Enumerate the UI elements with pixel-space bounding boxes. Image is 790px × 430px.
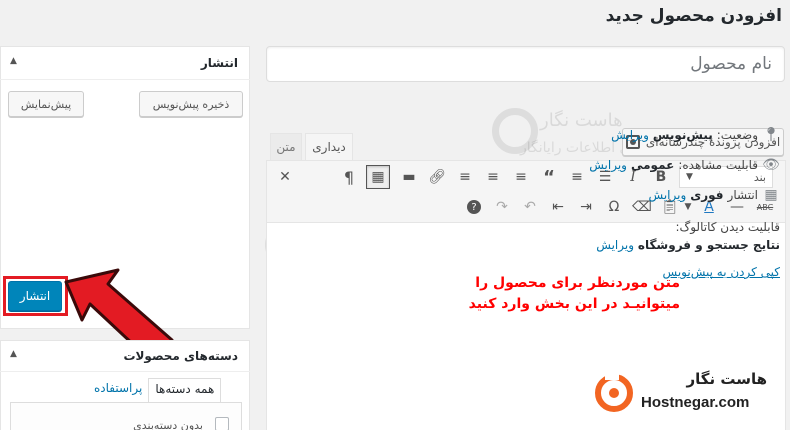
brand-logo: هاست نگار Hostnegar.com <box>595 370 775 418</box>
catalog-label: قابلیت دیدن کاتالوگ: <box>675 220 780 234</box>
categories-title: دسته‌های محصولات <box>123 349 238 363</box>
annotation-line-2: میتوانیـد در این بخش وارد کنید <box>468 296 680 312</box>
categories-box-header[interactable]: دسته‌های محصولات ▲ <box>0 340 250 372</box>
align-left-icon[interactable]: ≡ <box>510 166 532 188</box>
watermark-logo-icon <box>492 108 538 154</box>
eye-icon: 👁︎ <box>762 157 780 173</box>
status-row: 📍︎ وضعیت: پیش‌نویس ویرایش <box>611 127 780 143</box>
product-name-input[interactable] <box>266 46 785 82</box>
categories-list: بدون دسته‌بندی <box>10 402 242 430</box>
publish-time-label: انتشار <box>727 188 758 202</box>
brand-name-fa: هاست نگار <box>686 370 767 388</box>
publish-button[interactable]: انتشار <box>8 281 62 311</box>
brand-name-en: Hostnegar.com <box>641 394 750 411</box>
paragraph-icon[interactable]: ¶ <box>338 166 360 188</box>
link-icon[interactable]: 🔗︎ <box>426 166 448 188</box>
pin-icon: 📍︎ <box>762 127 780 143</box>
publish-time-row: ▦ انتشار فوری ویرایش <box>649 187 780 203</box>
special-character-icon[interactable]: Ω <box>603 196 625 218</box>
read-more-icon[interactable]: ▬ <box>398 166 420 188</box>
tab-most-used[interactable]: پراستفاده <box>88 378 148 402</box>
tab-visual[interactable]: دیداری <box>305 133 353 160</box>
publish-time-value: فوری <box>690 188 724 202</box>
outdent-icon[interactable]: ⇤ <box>547 196 569 218</box>
preview-button[interactable]: پیش‌نمایش <box>8 91 84 117</box>
brand-logo-icon <box>595 370 633 412</box>
visibility-value: عمومی <box>630 158 675 172</box>
calendar-icon: ▦ <box>764 187 778 203</box>
status-label: وضعیت: <box>716 128 758 142</box>
numbered-list-icon[interactable]: ≡ <box>566 166 588 188</box>
status-edit-link[interactable]: ویرایش <box>611 128 649 142</box>
save-draft-button[interactable]: ذخیره پیش‌نویس <box>139 91 243 117</box>
editor-annotation: متن موردنظر برای محصول را میتوانیـد در ا… <box>380 273 680 315</box>
page-title: افزودن محصول جدید <box>605 6 782 26</box>
toolbar-toggle-icon[interactable]: ▦ <box>366 165 390 189</box>
visibility-label: قابلیت مشاهده: <box>678 158 758 172</box>
collapse-toggle-icon[interactable]: ▲ <box>10 349 17 359</box>
category-item-label: بدون دسته‌بندی <box>133 419 203 430</box>
status-value: پیش‌نویس <box>652 128 713 142</box>
publish-time-edit-link[interactable]: ویرایش <box>649 188 687 202</box>
tab-text[interactable]: متن <box>270 133 302 160</box>
align-center-icon[interactable]: ≡ <box>482 166 504 188</box>
redo-icon[interactable]: ↷ <box>491 196 513 218</box>
category-checkbox[interactable] <box>215 417 229 430</box>
publish-box-title: انتشار <box>200 56 238 70</box>
indent-icon[interactable]: ⇥ <box>575 196 597 218</box>
catalog-visibility: قابلیت دیدن کاتالوگ: نتایج جستجو و فروشگ… <box>545 218 780 254</box>
help-icon[interactable]: ? <box>463 196 485 218</box>
categories-tabs: همه دسته‌ها پراستفاده <box>88 378 222 402</box>
copy-to-draft-link[interactable]: کپی کردن به پیش‌نویس <box>663 265 780 279</box>
catalog-value: نتایج جستجو و فروشگاه <box>637 238 780 252</box>
catalog-edit-link[interactable]: ویرایش <box>596 238 634 252</box>
collapse-toggle-icon[interactable]: ▲ <box>10 56 17 66</box>
publish-box-header[interactable]: انتشار ▲ <box>0 46 250 80</box>
blockquote-icon[interactable]: “ <box>538 166 560 188</box>
visibility-row: 👁︎ قابلیت مشاهده: عمومی ویرایش <box>589 157 780 173</box>
fullscreen-icon[interactable]: ✕ <box>274 166 296 188</box>
visibility-edit-link[interactable]: ویرایش <box>589 158 627 172</box>
tab-all-categories[interactable]: همه دسته‌ها <box>148 378 222 402</box>
annotation-line-1: متن موردنظر برای محصول را <box>475 275 680 291</box>
undo-icon[interactable]: ↶ <box>519 196 541 218</box>
chevron-down-icon: ▼ <box>686 172 693 182</box>
align-right-icon[interactable]: ≡ <box>454 166 476 188</box>
